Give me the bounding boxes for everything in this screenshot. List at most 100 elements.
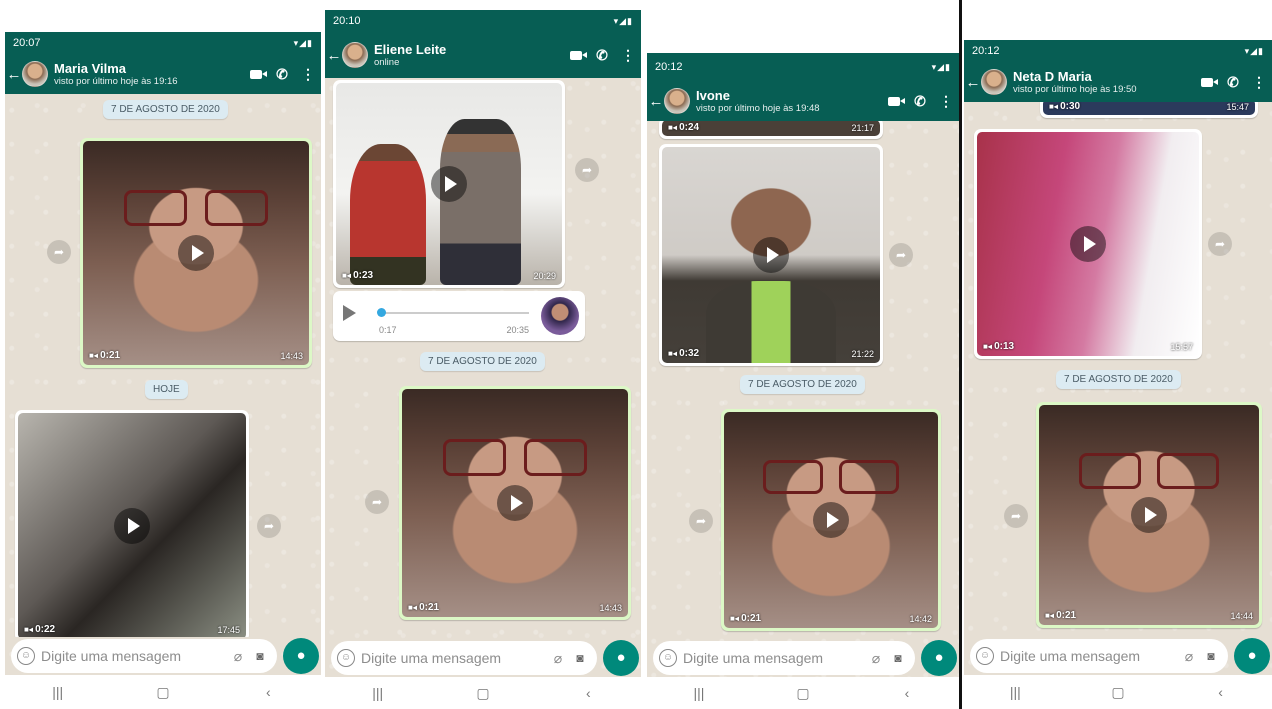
forward-icon[interactable]: ➦ [689,509,713,533]
forward-icon[interactable]: ➦ [889,243,913,267]
microphone-icon[interactable]: ● [603,640,639,676]
avatar[interactable] [342,42,368,68]
video-call-icon[interactable] [563,47,589,63]
recent-apps-icon[interactable]: ||| [38,684,78,700]
recent-apps-icon[interactable]: ||| [358,685,398,701]
video-call-icon[interactable] [243,66,269,82]
video-message[interactable]: 0:32 21:22 [659,144,883,366]
back-arrow-icon[interactable]: ← [648,93,664,110]
recent-apps-icon[interactable]: ||| [995,684,1035,700]
message-list[interactable]: 0:30 15:47 0:13 15:57 ➦ 7 DE AGOSTO DE 2… [964,102,1272,637]
video-thumbnail: 0:13 15:57 [977,132,1199,356]
play-icon[interactable] [497,485,533,521]
message-composer: ☺ Digite uma mensagem ⌀ ◙ ● [5,637,321,675]
microphone-icon[interactable]: ● [921,640,957,676]
play-icon[interactable] [431,166,467,202]
phone-icon[interactable]: ✆ [269,66,295,83]
avatar[interactable] [664,88,690,114]
video-message[interactable]: 0:24 21:17 [659,121,883,139]
video-message[interactable]: 0:21 14:43 [80,138,312,368]
video-duration: 0:21 [89,350,120,361]
message-time: 21:22 [851,349,874,359]
phone-icon[interactable]: ✆ [907,93,933,110]
emoji-icon[interactable]: ☺ [659,649,677,667]
more-vert-icon[interactable]: ⋮ [615,47,641,64]
forward-icon[interactable]: ➦ [1004,504,1028,528]
nav-back-icon[interactable]: ‹ [248,684,288,700]
paperclip-icon[interactable]: ⌀ [227,648,249,665]
paperclip-icon[interactable]: ⌀ [547,650,569,667]
video-call-icon[interactable] [1194,74,1220,90]
microphone-icon[interactable]: ● [283,638,319,674]
signal-icon: ▾◢▮ [1244,45,1264,56]
forward-icon[interactable]: ➦ [365,490,389,514]
forward-icon[interactable]: ➦ [575,158,599,182]
emoji-icon[interactable]: ☺ [337,649,355,667]
message-list[interactable]: 0:23 20:29 ➦ 0:17 20:35 7 DE AGOSTO DE 2… [325,78,641,639]
play-icon[interactable] [178,235,214,271]
status-time: 20:07 [13,37,41,49]
emoji-icon[interactable]: ☺ [17,647,35,665]
forward-icon[interactable]: ➦ [257,514,281,538]
message-input[interactable]: ☺ Digite uma mensagem ⌀ ◙ [331,641,597,675]
more-vert-icon[interactable]: ⋮ [295,66,321,83]
contact-info[interactable]: Maria Vilma visto por último hoje às 19:… [54,61,243,87]
recent-apps-icon[interactable]: ||| [679,685,719,701]
play-icon[interactable] [1131,497,1167,533]
camera-icon[interactable]: ◙ [249,649,271,663]
forward-icon[interactable]: ➦ [1208,232,1232,256]
video-message[interactable]: 0:23 20:29 [333,80,565,288]
contact-info[interactable]: Ivone visto por último hoje às 19:48 [696,88,881,114]
contact-info[interactable]: Eliene Leite online [374,42,563,68]
nav-back-icon[interactable]: ‹ [1201,684,1241,700]
contact-info[interactable]: Neta D Maria visto por último hoje às 19… [1013,69,1194,95]
message-composer: ☺ Digite uma mensagem ⌀ ◙ ● [325,639,641,677]
back-arrow-icon[interactable]: ← [326,47,342,64]
paperclip-icon[interactable]: ⌀ [865,650,887,667]
more-vert-icon[interactable]: ⋮ [1246,74,1272,91]
home-icon[interactable]: ▢ [463,685,503,702]
microphone-icon[interactable]: ● [1234,638,1270,674]
play-icon[interactable] [114,508,150,544]
home-icon[interactable]: ▢ [783,685,823,702]
video-message[interactable]: 0:13 15:57 [974,129,1202,359]
message-time: 20:29 [533,271,556,281]
back-arrow-icon[interactable]: ← [6,66,22,83]
avatar[interactable] [981,69,1007,95]
message-input[interactable]: ☺ Digite uma mensagem ⌀ ◙ [970,639,1228,673]
video-message[interactable]: 0:22 17:45 [15,410,249,637]
camera-icon[interactable]: ◙ [569,651,591,665]
more-vert-icon[interactable]: ⋮ [933,93,959,110]
audio-message[interactable]: 0:17 20:35 [333,291,585,341]
play-icon[interactable] [1070,226,1106,262]
video-message[interactable]: 0:21 14:43 [399,386,631,620]
audio-seek-handle[interactable] [377,308,386,317]
phone-icon[interactable]: ✆ [1220,74,1246,91]
video-message[interactable]: 0:21 14:42 [721,409,941,631]
play-icon[interactable] [343,305,356,321]
back-arrow-icon[interactable]: ← [965,74,981,91]
message-list[interactable]: 0:24 21:17 0:32 21:22 ➦ 7 DE AGOSTO DE 2… [647,121,959,639]
play-icon[interactable] [813,502,849,538]
audio-progress-track[interactable] [379,312,529,314]
home-icon[interactable]: ▢ [143,684,183,701]
forward-icon[interactable]: ➦ [47,240,71,264]
phone-icon[interactable]: ✆ [589,47,615,64]
message-input[interactable]: ☺ Digite uma mensagem ⌀ ◙ [11,639,277,673]
home-icon[interactable]: ▢ [1098,684,1138,701]
message-list[interactable]: 7 DE AGOSTO DE 2020 0:21 14:43 ➦ HOJE 0:… [5,94,321,637]
video-message[interactable]: 0:30 15:47 [1040,102,1258,118]
date-chip: 7 DE AGOSTO DE 2020 [740,375,865,394]
nav-back-icon[interactable]: ‹ [568,685,608,701]
nav-back-icon[interactable]: ‹ [887,685,927,701]
avatar[interactable] [22,61,48,87]
emoji-icon[interactable]: ☺ [976,647,994,665]
phone-screen-neta-d-maria: 20:12 ▾◢▮ ← Neta D Maria visto por último… [964,40,1272,709]
camera-icon[interactable]: ◙ [1200,649,1222,663]
video-message[interactable]: 0:21 14:44 [1036,402,1262,628]
paperclip-icon[interactable]: ⌀ [1178,648,1200,665]
message-input[interactable]: ☺ Digite uma mensagem ⌀ ◙ [653,641,915,675]
camera-icon[interactable]: ◙ [887,651,909,665]
video-call-icon[interactable] [881,93,907,109]
play-icon[interactable] [753,237,789,273]
